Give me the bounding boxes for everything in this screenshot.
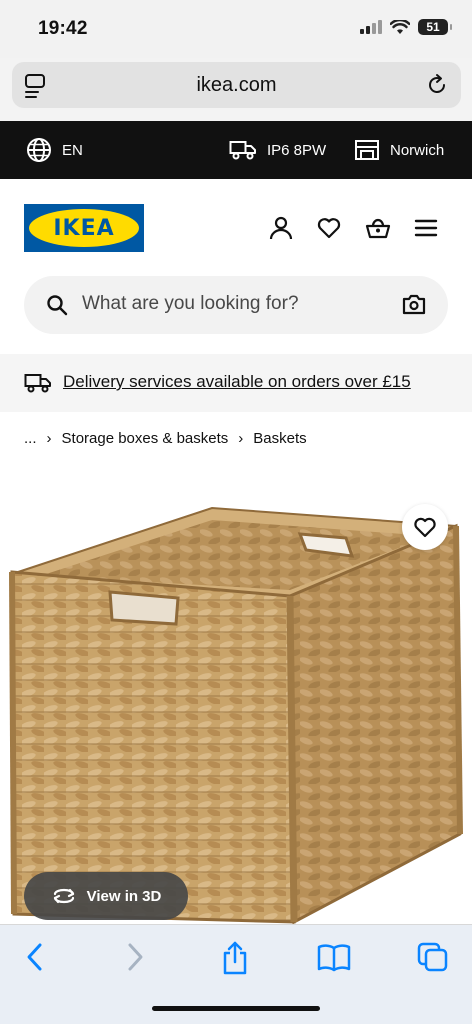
header-actions: [268, 215, 438, 241]
basket-product-illustration: [9, 506, 463, 924]
battery-level: 51: [426, 20, 440, 34]
share-icon[interactable]: [220, 941, 250, 975]
chevron-right-icon: ›: [238, 429, 244, 447]
camera-icon[interactable]: [402, 293, 426, 315]
view-in-3d-label: View in 3D: [86, 887, 162, 905]
rotate-3d-icon: [53, 888, 74, 904]
view-in-3d-button[interactable]: View in 3D: [24, 872, 188, 920]
logo-oval: IKEA: [29, 209, 139, 247]
battery-icon: 51: [418, 19, 452, 35]
bookmarks-icon[interactable]: [316, 941, 352, 973]
postcode-label: IP6 8PW: [267, 141, 327, 159]
address-bar[interactable]: ikea.com: [12, 62, 461, 108]
wifi-icon: [390, 19, 410, 34]
favourite-button[interactable]: [402, 504, 448, 550]
status-bar: 19:42 51: [0, 0, 472, 58]
home-indicator: [152, 1006, 320, 1011]
delivery-link[interactable]: Delivery services available on orders ov…: [63, 372, 411, 392]
postcode-selector[interactable]: IP6 8PW: [229, 121, 326, 179]
chevron-right-icon: ›: [46, 429, 52, 447]
search-input[interactable]: What are you looking for?: [24, 276, 448, 334]
top-info-strip: EN IP6 8PW Norwich: [0, 121, 472, 179]
language-label: EN: [62, 141, 83, 159]
user-icon[interactable]: [268, 215, 294, 241]
site-header: IKEA What are you looking for?: [0, 179, 472, 356]
breadcrumb-item[interactable]: Baskets: [253, 430, 306, 447]
menu-icon[interactable]: [414, 218, 438, 238]
delivery-banner: Delivery services available on orders ov…: [0, 354, 472, 412]
status-time: 19:42: [38, 18, 88, 39]
search-placeholder: What are you looking for?: [82, 293, 299, 314]
breadcrumb-item[interactable]: Storage boxes & baskets: [62, 430, 229, 447]
store-selector[interactable]: Norwich: [354, 121, 444, 179]
ikea-logo[interactable]: IKEA: [24, 204, 144, 252]
delivery-truck-icon: [24, 374, 51, 393]
signal-icon: [360, 20, 382, 34]
store-label: Norwich: [390, 141, 445, 159]
forward-icon[interactable]: [124, 941, 146, 973]
search-icon: [47, 295, 68, 316]
reload-icon[interactable]: [425, 73, 449, 97]
back-icon[interactable]: [24, 941, 46, 973]
product-image[interactable]: View in 3D: [0, 464, 472, 924]
logo-text: IKEA: [53, 215, 115, 241]
heart-icon[interactable]: [316, 215, 342, 241]
breadcrumb-ellipsis[interactable]: ...: [24, 430, 37, 447]
breadcrumb: ... › Storage boxes & baskets › Baskets: [0, 412, 472, 464]
basket-icon[interactable]: [364, 215, 392, 241]
url-text[interactable]: ikea.com: [12, 74, 461, 97]
heart-icon: [414, 517, 436, 538]
truck-icon: [229, 141, 256, 160]
language-selector[interactable]: EN: [26, 121, 83, 179]
tabs-icon[interactable]: [416, 941, 450, 973]
status-icons: 51: [360, 19, 452, 35]
globe-icon: [27, 138, 51, 162]
store-icon: [355, 140, 379, 160]
